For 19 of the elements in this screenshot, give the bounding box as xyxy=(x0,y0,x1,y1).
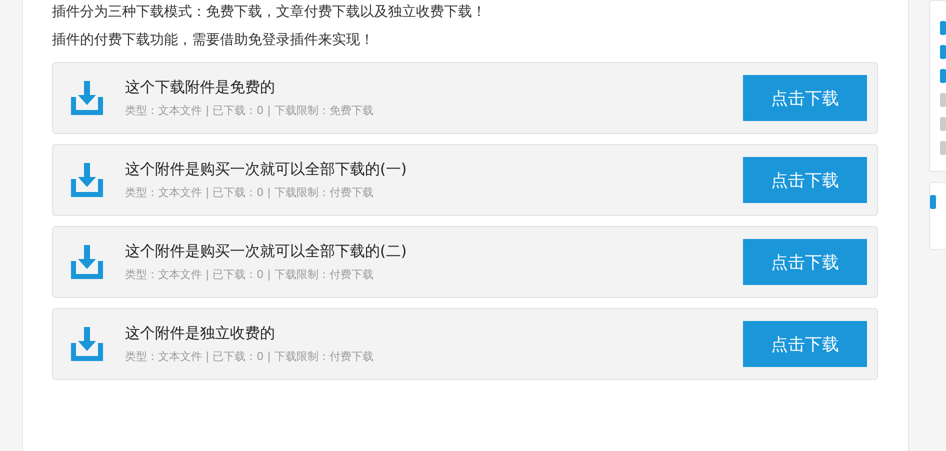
paragraph: 插件的付费下载功能，需要借助免登录插件来实现！ xyxy=(52,31,375,50)
download-button[interactable]: 点击下载 xyxy=(743,321,867,367)
download-icon xyxy=(68,161,105,199)
download-button[interactable]: 点击下载 xyxy=(743,239,867,285)
download-icon xyxy=(68,325,105,363)
attachment-title: 这个附件是购买一次就可以全部下载的(二) xyxy=(124,242,408,261)
attachment-meta: 类型：文本文件 | 已下载：0 | 下载限制：付费下载 xyxy=(124,185,374,200)
attachment-title: 这个附件是购买一次就可以全部下载的(一) xyxy=(124,160,408,179)
attachment-meta: 类型：文本文件 | 已下载：0 | 下载限制：付费下载 xyxy=(124,349,374,364)
attachment-meta: 类型：文本文件 | 已下载：0 | 下载限制：免费下载 xyxy=(124,103,374,118)
download-button[interactable]: 点击下载 xyxy=(743,75,867,121)
paragraph: 插件分为三种下载模式：免费下载，文章付费下载以及独立收费下载！ xyxy=(52,3,487,22)
sidebar-card xyxy=(929,182,946,250)
download-icon xyxy=(68,243,105,281)
download-icon xyxy=(68,79,105,117)
attachment-title: 这个附件是独立收费的 xyxy=(124,324,276,343)
download-button[interactable]: 点击下载 xyxy=(743,157,867,203)
attachment-title: 这个下载附件是免费的 xyxy=(124,78,276,97)
attachment-meta: 类型：文本文件 | 已下载：0 | 下载限制：付费下载 xyxy=(124,267,374,282)
